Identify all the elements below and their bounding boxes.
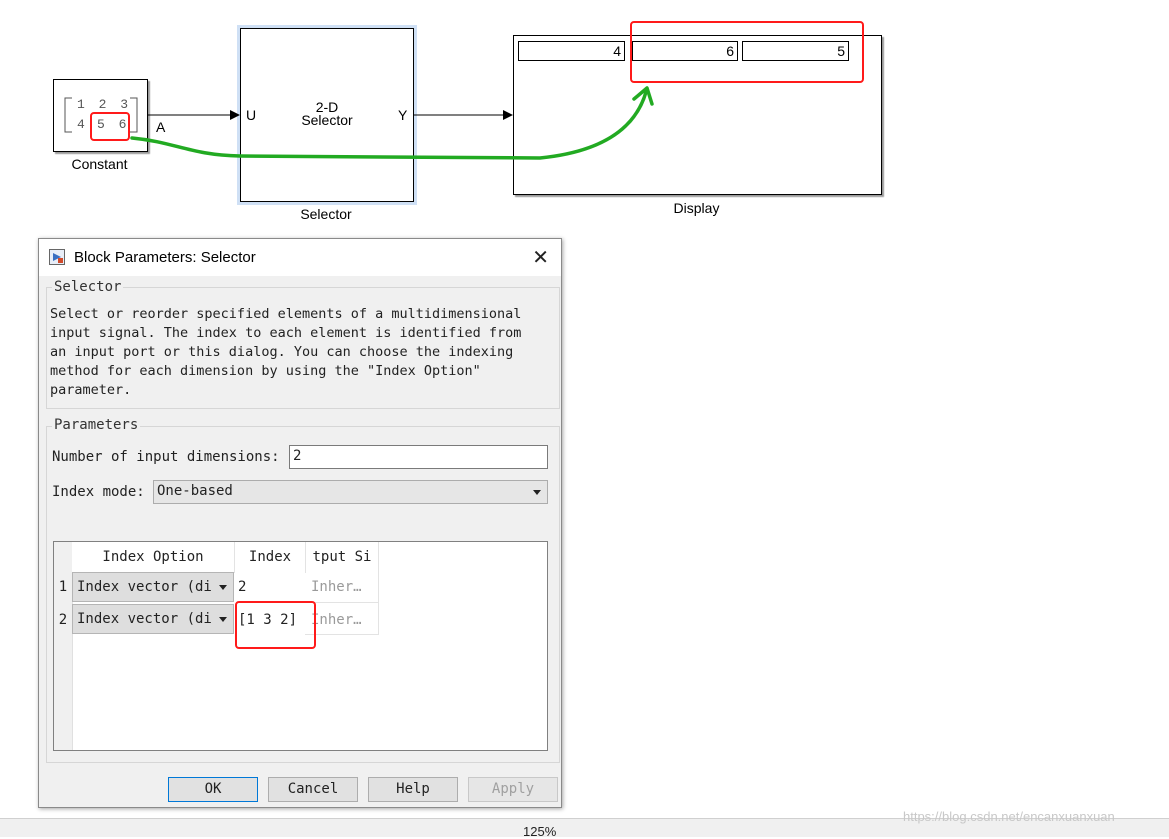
- cancel-button[interactable]: Cancel: [268, 777, 358, 802]
- parameters-group-title: Parameters: [52, 417, 141, 433]
- header-divider-3: [378, 542, 379, 634]
- index-mode-value: One-based: [157, 483, 233, 499]
- simulink-icon: [49, 249, 65, 265]
- row-number: 1: [58, 579, 68, 595]
- dialog-title: Block Parameters: Selector: [74, 249, 256, 266]
- chevron-down-icon: [219, 617, 227, 622]
- chevron-down-icon: [219, 585, 227, 590]
- index-highlight-box: [235, 601, 316, 649]
- dialog-titlebar[interactable]: Block Parameters: Selector ✕: [39, 239, 561, 276]
- index-option-value: Index vector (di: [77, 579, 212, 595]
- row-divider: [305, 634, 379, 635]
- row-header-column: [54, 542, 72, 750]
- description-group-title: Selector: [52, 279, 124, 295]
- index-mode-dropdown[interactable]: One-based: [153, 480, 548, 504]
- chevron-down-icon: [533, 490, 541, 495]
- signal-lines: [130, 86, 654, 160]
- index-option-dropdown[interactable]: Index vector (di: [72, 604, 234, 634]
- header-index-option[interactable]: Index Option: [72, 542, 234, 573]
- index-option-dropdown[interactable]: Index vector (di: [72, 572, 234, 602]
- close-icon[interactable]: ✕: [532, 245, 549, 270]
- num-dims-input[interactable]: 2: [289, 445, 548, 469]
- block-parameters-dialog[interactable]: Block Parameters: Selector ✕ Selector Se…: [38, 238, 562, 808]
- green-annotation-arrow: [130, 90, 648, 160]
- row-divider: [305, 602, 379, 603]
- index-cell[interactable]: 2: [238, 579, 304, 595]
- apply-button[interactable]: Apply: [468, 777, 558, 802]
- zoom-level: 125%: [523, 824, 557, 839]
- header-divider-1: [234, 542, 235, 573]
- index-mode-label: Index mode:: [52, 484, 145, 500]
- header-divider-2: [305, 542, 306, 573]
- index-option-value: Index vector (di: [77, 611, 212, 627]
- ok-button[interactable]: OK: [168, 777, 258, 802]
- header-index[interactable]: Index: [235, 542, 305, 573]
- watermark-text: https://blog.csdn.net/encanxuanxuan: [903, 809, 1115, 824]
- header-output-size[interactable]: tput Si: [306, 542, 378, 573]
- output-size-cell[interactable]: Inher…: [311, 579, 375, 595]
- model-canvas[interactable]: 1 2 3 4 5 6 Constant A 2-D Selector U Y …: [0, 0, 1169, 236]
- num-dims-label: Number of input dimensions:: [52, 449, 280, 465]
- row-number: 2: [58, 612, 68, 628]
- output-size-cell[interactable]: Inher…: [311, 612, 375, 628]
- help-button[interactable]: Help: [368, 777, 458, 802]
- description-text: Select or reorder specified elements of …: [50, 306, 522, 398]
